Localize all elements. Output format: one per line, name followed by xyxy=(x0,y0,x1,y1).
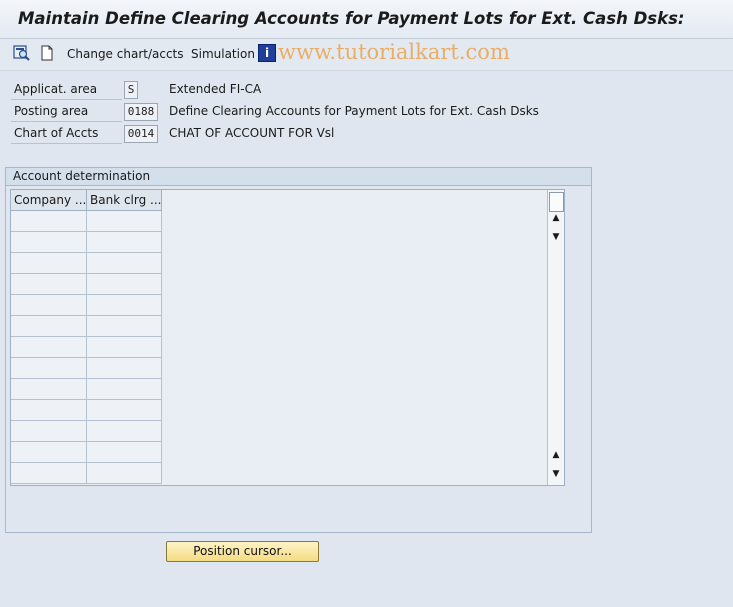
column-header-bank-clrg[interactable]: Bank clrg ... xyxy=(87,190,162,211)
company-cell[interactable] xyxy=(11,463,87,484)
vertical-scrollbar[interactable]: ▲ ▼ ▲ ▼ xyxy=(547,190,564,485)
watermark-text: www.tutorialkart.com xyxy=(278,40,510,64)
bank-clrg-cell[interactable] xyxy=(87,442,162,463)
scroll-up-icon[interactable]: ▲ xyxy=(548,211,564,226)
applicat-area-description: Extended FI-CA xyxy=(169,82,262,96)
bank-clrg-cell[interactable] xyxy=(87,358,162,379)
scroll-up-bottom-icon[interactable]: ▲ xyxy=(548,448,564,463)
bank-clrg-cell[interactable] xyxy=(87,421,162,442)
company-cell[interactable] xyxy=(11,421,87,442)
company-cell[interactable] xyxy=(11,274,87,295)
company-cell[interactable] xyxy=(11,358,87,379)
bank-clrg-cell[interactable] xyxy=(87,379,162,400)
applicat-area-field[interactable]: S xyxy=(124,81,138,99)
chart-of-accts-field[interactable]: 0014 xyxy=(124,125,158,143)
info-icon[interactable]: i xyxy=(258,44,276,62)
scroll-down-icon[interactable]: ▼ xyxy=(548,230,564,245)
scroll-thumb[interactable] xyxy=(549,192,564,212)
posting-area-field[interactable]: 0188 xyxy=(124,103,158,121)
bank-clrg-cell[interactable] xyxy=(87,211,162,232)
scroll-down-bottom-icon[interactable]: ▼ xyxy=(548,467,564,482)
simulation-button[interactable]: Simulation xyxy=(191,47,255,61)
applicat-area-label: Applicat. area xyxy=(11,80,122,100)
company-cell[interactable] xyxy=(11,316,87,337)
bank-clrg-cell[interactable] xyxy=(87,274,162,295)
company-cell[interactable] xyxy=(11,211,87,232)
company-cell[interactable] xyxy=(11,253,87,274)
company-cell[interactable] xyxy=(11,232,87,253)
bank-clrg-cell[interactable] xyxy=(87,253,162,274)
company-cell[interactable] xyxy=(11,337,87,358)
bank-clrg-cell[interactable] xyxy=(87,337,162,358)
company-cell[interactable] xyxy=(11,442,87,463)
account-determination-group: Account determination Company ... Bank c… xyxy=(5,167,592,533)
position-cursor-button[interactable]: Position cursor... xyxy=(166,541,319,562)
company-cell[interactable] xyxy=(11,295,87,316)
column-header-company[interactable]: Company ... xyxy=(11,190,87,211)
posting-area-description: Define Clearing Accounts for Payment Lot… xyxy=(169,104,539,118)
page-title: Maintain Define Clearing Accounts for Pa… xyxy=(18,9,685,28)
posting-area-label: Posting area xyxy=(11,102,122,122)
display-change-icon[interactable] xyxy=(13,44,31,62)
bank-clrg-cell[interactable] xyxy=(87,295,162,316)
bank-clrg-cell[interactable] xyxy=(87,232,162,253)
title-bar: Maintain Define Clearing Accounts for Pa… xyxy=(0,0,733,39)
account-table: Company ... Bank clrg ... ▲ ▼ ▲ ▼ xyxy=(10,189,565,486)
new-document-icon[interactable] xyxy=(38,44,56,62)
chart-of-accts-description: CHAT OF ACCOUNT FOR Vsl xyxy=(169,126,335,140)
bank-clrg-cell[interactable] xyxy=(87,316,162,337)
company-cell[interactable] xyxy=(11,379,87,400)
bank-clrg-cell[interactable] xyxy=(87,463,162,484)
application-toolbar: Change chart/accts Simulation i www.tuto… xyxy=(0,39,733,71)
change-chart-accts-button[interactable]: Change chart/accts xyxy=(67,47,184,61)
group-header: Account determination xyxy=(6,168,591,186)
company-cell[interactable] xyxy=(11,400,87,421)
bank-clrg-cell[interactable] xyxy=(87,400,162,421)
chart-of-accts-label: Chart of Accts xyxy=(11,124,122,144)
group-title: Account determination xyxy=(13,169,151,183)
